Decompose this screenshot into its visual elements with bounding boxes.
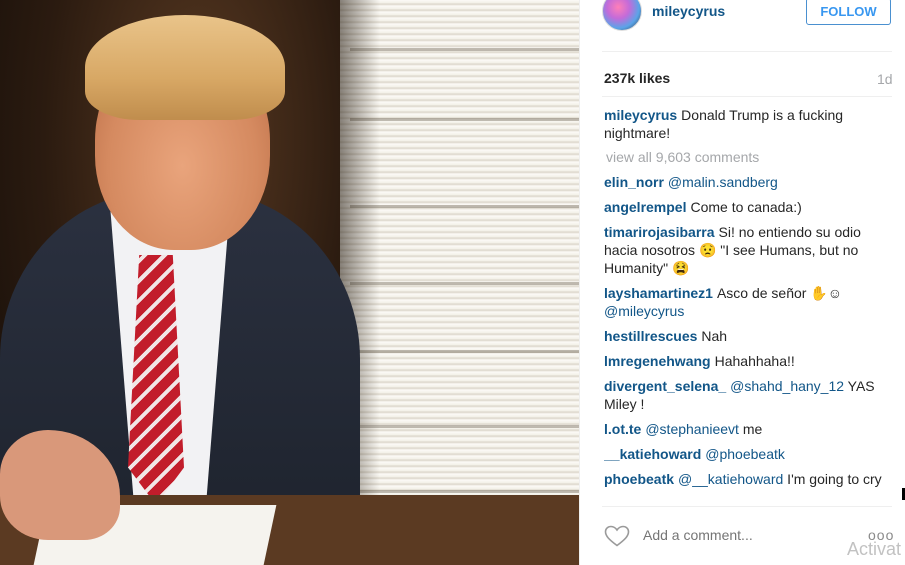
view-all-comments-link[interactable]: view all 9,603 comments [606, 149, 896, 165]
comment-item: hestillrescues Nah [604, 327, 896, 345]
photo-ream-line [350, 282, 579, 285]
comment-author-link[interactable]: phoebeatk [604, 471, 674, 487]
comment-text: Nah [701, 328, 728, 344]
comments-list[interactable]: mileycyrus Donald Trump is a fucking nigh… [604, 106, 896, 499]
avatar[interactable] [602, 0, 642, 31]
comment-author-link[interactable]: angelrempel [604, 199, 686, 215]
likes-divider [602, 96, 892, 97]
photo-person-hair [85, 15, 285, 120]
comment-author-link[interactable]: layshamartinez1 [604, 285, 713, 301]
photo-ream-line [350, 118, 579, 121]
comment-text: I'm going to cry [783, 471, 882, 487]
follow-button[interactable]: FOLLOW [806, 0, 891, 25]
comment-item: __katiehoward @phoebeatk [604, 445, 896, 463]
comment-item: angelrempel Come to canada:) [604, 198, 896, 216]
photo-ream-line [350, 350, 579, 353]
comment-mention-link[interactable]: @mileycyrus [604, 303, 684, 319]
activation-watermark: Activat [847, 539, 902, 559]
heart-outline-icon[interactable] [604, 525, 630, 547]
comment-item: layshamartinez1 Asco de señor ✋☺ @mileycy… [604, 284, 896, 320]
comment-author-link[interactable]: divergent_selena_ [604, 378, 726, 394]
comment-mention-link[interactable]: @phoebeatk [705, 446, 785, 462]
comment-mention-link[interactable]: @shahd_hany_12 [730, 378, 844, 394]
caption: mileycyrus Donald Trump is a fucking nigh… [604, 106, 896, 142]
photo-ream-line [350, 490, 579, 493]
comment-item: timarirojasibarra Si! no entiendo su odio… [604, 223, 896, 277]
comment-author-link[interactable]: elin_norr [604, 174, 664, 190]
comment-author-link[interactable]: lmregenehwang [604, 353, 711, 369]
username-link[interactable]: mileycyrus [652, 3, 725, 19]
comment-item: phoebeatk @__katiehoward I'm going to cry [604, 470, 896, 488]
caption-author[interactable]: mileycyrus [604, 107, 677, 123]
comment-text: Hahahhaha!! [714, 353, 795, 369]
post-photo[interactable] [0, 0, 579, 565]
comment-container: elin_norr @malin.sandberg angelrempel Come … [604, 173, 896, 488]
add-comment-input[interactable] [643, 527, 813, 543]
comment-mention-link[interactable]: @malin.sandberg [668, 174, 778, 190]
post-side-panel: mileycyrus FOLLOW 237k likes 1d mileycyr… [579, 0, 905, 565]
comment-text: me [738, 421, 763, 437]
comment-author-link[interactable]: hestillrescues [604, 328, 697, 344]
comment-author-link[interactable]: __katiehoward [604, 446, 701, 462]
comment-text: Asco de señor ✋☺ [716, 285, 843, 301]
comment-text: Come to canada:) [690, 199, 802, 215]
post-age[interactable]: 1d [877, 71, 893, 87]
comment-item: elin_norr @malin.sandberg [604, 173, 896, 191]
comment-author-link[interactable]: l.ot.te [604, 421, 641, 437]
comment-author-link[interactable]: timarirojasibarra [604, 224, 715, 240]
comment-item: lmregenehwang Hahahhaha!! [604, 352, 896, 370]
likes-count[interactable]: 237k likes [604, 70, 670, 86]
comment-item: divergent_selena_ @shahd_hany_12 YAS Mile… [604, 377, 896, 413]
photo-ream-line [350, 205, 579, 208]
comment-item: l.ot.te @stephanieevt me [604, 420, 896, 438]
photo-ream-line [350, 48, 579, 51]
header-divider [602, 51, 892, 52]
comment-mention-link[interactable]: @__katiehoward [678, 471, 783, 487]
comment-mention-link[interactable]: @stephanieevt [645, 421, 739, 437]
photo-ream-line [350, 425, 579, 428]
post-footer: ooo Activat [580, 507, 905, 565]
post-header: mileycyrus FOLLOW [580, 0, 905, 40]
